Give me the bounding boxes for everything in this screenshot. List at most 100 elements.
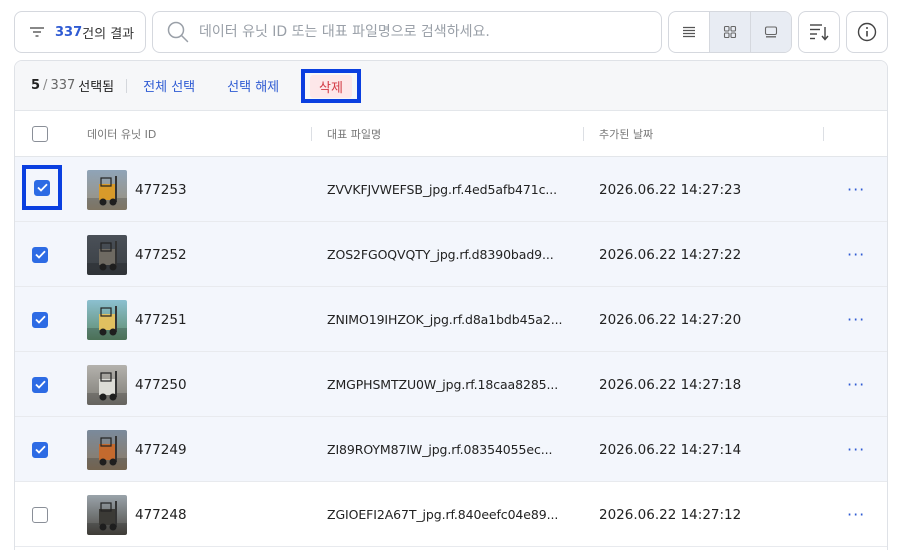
table-row[interactable]: 477248 ZGIOEFI2A67T_jpg.rf.840eefc04e89.… <box>15 482 887 547</box>
row-thumbnail[interactable] <box>87 364 127 405</box>
sort-button[interactable] <box>798 11 840 53</box>
selection-slash: / <box>43 78 48 93</box>
selected-count: 5 <box>31 78 41 93</box>
row-thumbnail[interactable] <box>87 299 127 340</box>
delete-highlight: 삭제 <box>301 69 361 103</box>
selection-total: 337 <box>50 78 76 93</box>
row-date: 2026.06.22 14:27:22 <box>599 246 742 263</box>
row-checkbox[interactable] <box>32 506 48 523</box>
header-checkbox-cell <box>32 111 48 157</box>
row-date: 2026.06.22 14:27:23 <box>599 181 742 198</box>
row-id-cell: 477251 <box>87 287 187 352</box>
forklift-image-icon <box>87 494 127 535</box>
forklift-image-icon <box>87 299 127 340</box>
search-box <box>152 11 662 53</box>
check-icon <box>34 315 46 324</box>
results-count: 337 <box>55 24 83 40</box>
select-all-button[interactable]: 전체 선택 <box>143 76 195 95</box>
selection-divider <box>126 78 128 93</box>
search-icon <box>167 21 189 43</box>
forklift-image-icon <box>87 364 127 405</box>
row-thumbnail[interactable] <box>87 429 127 470</box>
grid-view-button[interactable] <box>710 12 751 52</box>
row-more-button[interactable]: ··· <box>847 482 865 547</box>
filter-icon <box>30 27 44 37</box>
delete-button[interactable]: 삭제 <box>310 74 352 98</box>
row-filename: ZI89ROYM87IW_jpg.rf.08354055ec... <box>327 442 553 457</box>
check-icon <box>36 183 48 192</box>
row-checkbox[interactable] <box>32 441 48 458</box>
row-filename: ZMGPHSMTZU0W_jpg.rf.18caa8285... <box>327 377 559 392</box>
row-id-cell: 477252 <box>87 222 187 287</box>
row-checkbox[interactable] <box>32 376 48 393</box>
table-row[interactable]: 477250 ZMGPHSMTZU0W_jpg.rf.18caa8285... … <box>15 352 887 417</box>
view-mode-group <box>668 11 792 53</box>
column-divider <box>311 127 312 141</box>
select-all-checkbox[interactable] <box>32 126 48 142</box>
row-unit-id: 477250 <box>135 376 187 393</box>
row-thumbnail[interactable] <box>87 494 127 535</box>
more-icon: ··· <box>847 375 866 394</box>
gallery-view-icon <box>764 26 778 38</box>
more-icon: ··· <box>847 310 866 329</box>
results-suffix: 건의 결과 <box>82 26 135 42</box>
row-thumbnail[interactable] <box>87 169 127 210</box>
table-row[interactable]: 477252 ZOS2FGOQVQTY_jpg.rf.d8390bad9... … <box>15 222 887 287</box>
row-checkbox[interactable] <box>34 179 50 196</box>
more-icon: ··· <box>847 245 866 264</box>
header-id[interactable]: 데이터 유닛 ID <box>87 111 156 157</box>
row-more-button[interactable]: ··· <box>847 287 865 352</box>
row-thumbnail[interactable] <box>87 234 127 275</box>
info-button[interactable] <box>846 11 888 53</box>
grid-view-icon <box>723 25 737 39</box>
table-row[interactable]: 477251 ZNIMO19IHZOK_jpg.rf.d8a1bdb45a2..… <box>15 287 887 352</box>
column-divider <box>823 127 824 141</box>
row-more-button[interactable]: ··· <box>847 222 865 287</box>
row-unit-id: 477252 <box>135 246 187 263</box>
row-filename: ZGIOEFI2A67T_jpg.rf.840eefc04e89... <box>327 507 559 522</box>
check-icon <box>34 380 46 389</box>
selection-bar: 5 / 337 선택됨 전체 선택 선택 해제 삭제 <box>15 61 887 111</box>
sort-icon <box>810 24 829 41</box>
row-unit-id: 477249 <box>135 441 187 458</box>
table-row[interactable]: 477253 ZVVKFJVWEFSB_jpg.rf.4ed5afb471c..… <box>15 157 887 222</box>
list-view-button[interactable] <box>669 12 710 52</box>
table-body: 477253 ZVVKFJVWEFSB_jpg.rf.4ed5afb471c..… <box>15 157 887 547</box>
row-filename: ZOS2FGOQVQTY_jpg.rf.d8390bad9... <box>327 247 554 262</box>
deselect-button[interactable]: 선택 해제 <box>227 76 279 95</box>
row-more-button[interactable]: ··· <box>847 352 865 417</box>
row-checkbox[interactable] <box>32 311 48 328</box>
row-checkbox-cell <box>32 222 48 287</box>
row-date: 2026.06.22 14:27:18 <box>599 376 742 393</box>
row-filename: ZVVKFJVWEFSB_jpg.rf.4ed5afb471c... <box>327 182 557 197</box>
row-more-button[interactable]: ··· <box>847 417 865 482</box>
top-toolbar: 337 건의 결과 <box>14 11 888 53</box>
check-icon <box>34 445 46 454</box>
more-icon: ··· <box>847 440 866 459</box>
row-date: 2026.06.22 14:27:14 <box>599 441 742 458</box>
check-icon <box>34 250 46 259</box>
search-input[interactable] <box>199 17 639 47</box>
header-filename[interactable]: 대표 파일명 <box>327 111 381 157</box>
row-unit-id: 477251 <box>135 311 187 328</box>
forklift-image-icon <box>87 429 127 470</box>
header-date[interactable]: 추가된 날짜 <box>599 111 653 157</box>
row-id-cell: 477253 <box>87 157 187 222</box>
forklift-image-icon <box>87 234 127 275</box>
more-icon: ··· <box>847 505 866 524</box>
row-checkbox-cell <box>32 287 48 352</box>
row-date: 2026.06.22 14:27:20 <box>599 311 742 328</box>
gallery-view-button[interactable] <box>751 12 791 52</box>
row-filename: ZNIMO19IHZOK_jpg.rf.d8a1bdb45a2... <box>327 312 563 327</box>
row-checkbox-cell <box>32 482 48 547</box>
data-unit-table: 5 / 337 선택됨 전체 선택 선택 해제 삭제 데이터 유닛 ID 대표 … <box>14 60 888 550</box>
filter-results-button[interactable]: 337 건의 결과 <box>14 11 146 53</box>
row-checkbox[interactable] <box>32 246 48 263</box>
forklift-image-icon <box>87 169 127 210</box>
table-row[interactable]: 477249 ZI89ROYM87IW_jpg.rf.08354055ec...… <box>15 417 887 482</box>
row-unit-id: 477253 <box>135 181 187 198</box>
list-view-icon <box>683 26 695 38</box>
row-unit-id: 477248 <box>135 506 187 523</box>
row-more-button[interactable]: ··· <box>847 157 865 222</box>
column-divider <box>583 127 584 141</box>
